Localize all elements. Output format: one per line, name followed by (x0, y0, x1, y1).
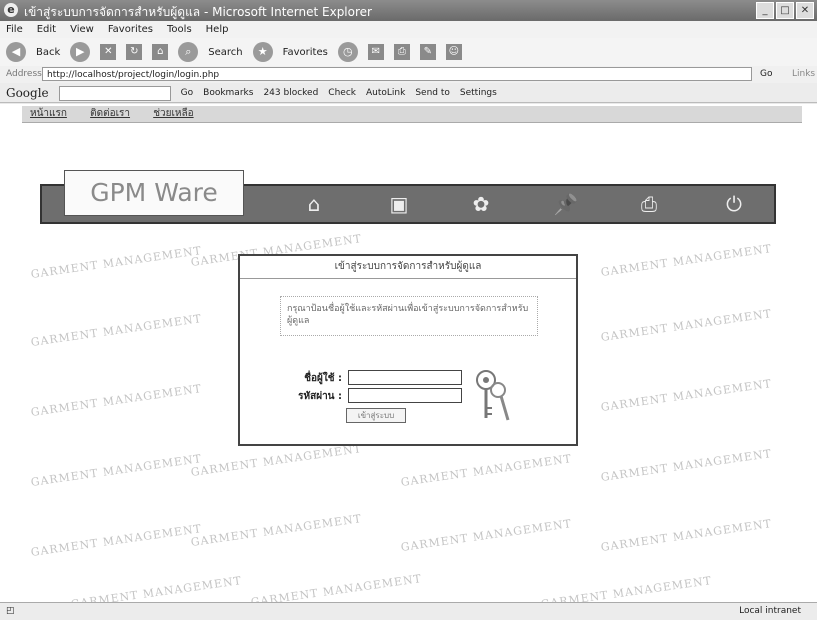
pin-icon[interactable]: 📌 (552, 192, 580, 216)
refresh-icon[interactable]: ↻ (126, 44, 143, 60)
login-title: เข้าสู่ระบบการจัดการสำหรับผู้ดูแล (240, 256, 576, 279)
search-icon[interactable]: ⌕ (178, 42, 199, 62)
login-panel: เข้าสู่ระบบการจัดการสำหรับผู้ดูแล กรุณาป… (238, 254, 578, 446)
menu-help[interactable]: Help (206, 21, 229, 38)
address-input[interactable]: http://localhost/project/login/login.php (42, 67, 752, 81)
nav-link-help[interactable]: ช่วยเหลือ (153, 108, 193, 119)
watermark-text: GARMENT MANAGEMENT (189, 512, 363, 549)
google-toolbar: Google Go Bookmarks 243 blocked Check Au… (0, 83, 817, 103)
watermark-text: GARMENT MANAGEMENT (249, 572, 423, 602)
history-icon[interactable]: ◷ (337, 42, 358, 62)
google-settings-button[interactable]: Settings (460, 83, 497, 102)
site-nav-bar: หน้าแรก ติดต่อเรา ช่วยเหลือ (22, 106, 802, 123)
menu-view[interactable]: View (70, 21, 94, 38)
nav-link-home[interactable]: หน้าแรก (30, 108, 67, 119)
address-bar: Address http://localhost/project/login/l… (0, 66, 817, 83)
watermark-text: GARMENT MANAGEMENT (69, 574, 243, 602)
menu-edit[interactable]: Edit (37, 21, 56, 38)
google-go-button[interactable]: Go (181, 83, 193, 102)
maximize-button[interactable]: □ (776, 2, 794, 19)
forward-arrow-icon[interactable]: ▶ (70, 42, 91, 62)
standard-toolbar: ◀ Back ▶ ✕ ↻ ⌂ ⌕ Search ★ Favorites ◷ ✉ … (0, 38, 817, 66)
search-button-label[interactable]: Search (208, 47, 242, 58)
watermark-text: GARMENT MANAGEMENT (599, 377, 773, 414)
back-button-label[interactable]: Back (36, 47, 60, 58)
google-search-input[interactable] (58, 86, 171, 101)
popup-blocked-count[interactable]: 243 blocked (263, 83, 318, 102)
home-icon[interactable]: ⌂ (300, 192, 328, 216)
go-button[interactable]: Go (760, 66, 772, 83)
autolink-button[interactable]: AutoLink (366, 83, 405, 102)
address-label: Address (6, 69, 42, 79)
minimize-button[interactable]: _ (756, 2, 774, 19)
favorites-star-icon[interactable]: ★ (252, 42, 273, 62)
nav-link-contact[interactable]: ติดต่อเรา (90, 108, 130, 119)
watermark-text: GARMENT MANAGEMENT (29, 522, 203, 559)
title-bar: e เข้าสู่ระบบการจัดการสำหรับผู้ดูแล - Mi… (0, 0, 817, 21)
mail-icon[interactable]: ✉ (367, 44, 384, 60)
menu-file[interactable]: File (6, 21, 23, 38)
watermark-text: GARMENT MANAGEMENT (189, 442, 363, 479)
login-message: กรุณาป้อนชื่อผู้ใช้และรหัสผ่านเพื่อเข้าส… (280, 296, 538, 336)
home-icon[interactable]: ⌂ (152, 44, 169, 60)
security-zone: Local intranet (739, 606, 801, 616)
links-button[interactable]: Links (792, 66, 815, 83)
page-status-icon: ◰ (6, 606, 15, 616)
watermark-text: GARMENT MANAGEMENT (29, 452, 203, 489)
window-controls: _ □ ✕ (756, 2, 814, 19)
window-title: เข้าสู่ระบบการจัดการสำหรับผู้ดูแล - Micr… (24, 5, 372, 19)
username-input[interactable] (348, 370, 462, 385)
ie-icon: e (4, 3, 18, 17)
watermark-text: GARMENT MANAGEMENT (399, 452, 573, 489)
menu-favorites[interactable]: Favorites (108, 21, 153, 38)
spell-check-button[interactable]: Check (328, 83, 356, 102)
close-button[interactable]: ✕ (796, 2, 814, 19)
page-content: GARMENT MANAGEMENT GARMENT MANAGEMENT GA… (0, 104, 817, 602)
print-icon[interactable]: ⎙ (393, 44, 410, 60)
status-bar: ◰ Local intranet (0, 602, 817, 620)
clothes-icon[interactable]: ✿ (467, 192, 495, 216)
watermark-text: GARMENT MANAGEMENT (539, 574, 713, 602)
watermark-text: GARMENT MANAGEMENT (599, 517, 773, 554)
window-icon[interactable]: ▣ (385, 192, 413, 216)
watermark-text: GARMENT MANAGEMENT (29, 382, 203, 419)
edit-icon[interactable]: ✎ (419, 44, 436, 60)
watermark-text: GARMENT MANAGEMENT (29, 312, 203, 349)
menu-bar: File Edit View Favorites Tools Help (0, 21, 817, 38)
keys-icon (476, 370, 510, 421)
password-label: รหัสผ่าน : (298, 391, 342, 402)
username-label: ชื่อผู้ใช้ : (304, 373, 342, 384)
watermark-text: GARMENT MANAGEMENT (599, 242, 773, 279)
stop-icon[interactable]: ✕ (100, 44, 117, 60)
power-icon[interactable]: ⏻ (720, 192, 748, 216)
google-bookmarks-button[interactable]: Bookmarks (203, 83, 253, 102)
messenger-icon[interactable]: ☺ (445, 44, 462, 60)
watermark-text: GARMENT MANAGEMENT (29, 244, 203, 281)
watermark-text: GARMENT MANAGEMENT (599, 447, 773, 484)
watermark-text: GARMENT MANAGEMENT (399, 517, 573, 554)
browser-window: e เข้าสู่ระบบการจัดการสำหรับผู้ดูแล - Mi… (0, 0, 817, 620)
google-logo[interactable]: Google (6, 83, 49, 102)
watermark-text: GARMENT MANAGEMENT (599, 307, 773, 344)
favorites-button-label[interactable]: Favorites (283, 47, 328, 58)
password-input[interactable] (348, 388, 462, 403)
login-submit-button[interactable]: เข้าสู่ระบบ (346, 408, 406, 423)
menu-tools[interactable]: Tools (167, 21, 192, 38)
site-logo[interactable]: GPM Ware (64, 170, 244, 216)
send-to-button[interactable]: Send to (415, 83, 450, 102)
printer-icon[interactable]: ⎙ (635, 192, 663, 216)
back-arrow-icon[interactable]: ◀ (6, 42, 26, 62)
